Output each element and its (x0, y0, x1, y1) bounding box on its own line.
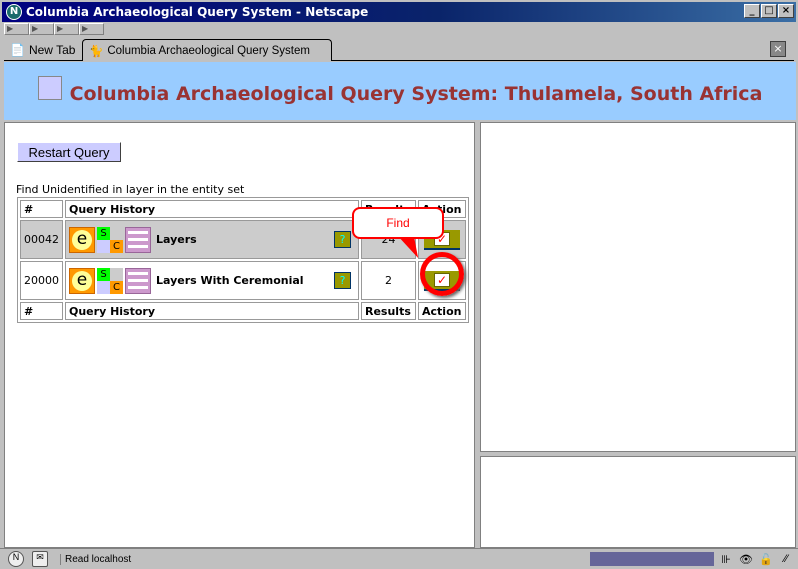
set-icon: SC (97, 267, 123, 294)
query-frame: Restart Query Find Unidentified in layer… (4, 122, 475, 548)
unlock-icon[interactable]: 🔓 (758, 553, 774, 566)
tab-columbia[interactable]: 🐈 Columbia Archaeological Query System (82, 39, 332, 61)
close-button[interactable]: × (778, 4, 794, 18)
title-bar: N Columbia Archaeological Query System -… (2, 2, 796, 22)
new-tab-icon: 📄 (10, 43, 25, 57)
footer-query: Query History (65, 302, 359, 320)
page-title: Columbia Archaeological Query System: Th… (69, 83, 763, 105)
help-icon[interactable]: ? (334, 231, 351, 248)
query-name: Layers With Ceremonial (156, 274, 304, 287)
privacy-icon[interactable]: 👁 (738, 553, 754, 566)
entity-icon: e (69, 267, 95, 294)
page-banner: Columbia Archaeological Query System: Th… (4, 62, 796, 120)
close-tab-button[interactable]: × (770, 41, 786, 57)
netscape-status-icon[interactable]: N (8, 551, 24, 567)
minimize-button[interactable]: _ (744, 4, 760, 18)
footer-action: Action (418, 302, 466, 320)
toolbar-grip[interactable]: ▶ (54, 23, 79, 35)
row-num: 20000 (20, 261, 63, 300)
resize-grip-icon[interactable]: ⁄⁄ (778, 553, 794, 565)
status-text: Read localhost (60, 553, 590, 565)
header-query: Query History (65, 200, 359, 218)
find-callout: Find (352, 207, 444, 239)
row-num: 00042 (20, 220, 63, 259)
toolbar-grip[interactable]: ▶ (29, 23, 54, 35)
page-icon: 🐈 (89, 45, 104, 58)
logo-icon (37, 76, 62, 100)
status-bar: N ✉ Read localhost ⊪ 👁 🔓 ⁄⁄ (0, 548, 798, 569)
footer-results: Results (361, 302, 416, 320)
layers-icon (125, 226, 151, 253)
toolbar-grip[interactable]: ▶ (4, 23, 29, 35)
toolbar-grip[interactable]: ▶ (79, 23, 104, 35)
set-icon: SC (97, 226, 123, 253)
right-top-frame (480, 122, 796, 452)
row-results: 2 (361, 261, 416, 300)
progress-bar (590, 552, 714, 566)
entity-icon: e (69, 226, 95, 253)
window-title: Columbia Archaeological Query System - N… (26, 5, 369, 19)
table-row: 20000 e SC Layers With Ceremonial ? 2 ✓ (20, 261, 466, 300)
highlight-ring (420, 252, 464, 296)
help-icon[interactable]: ? (334, 272, 351, 289)
netscape-icon: N (6, 4, 22, 20)
query-name: Layers (156, 233, 197, 246)
online-icon[interactable]: ⊪ (718, 553, 734, 566)
component-bar-icon[interactable]: ✉ (32, 551, 48, 567)
footer-num: # (20, 302, 63, 320)
collapsed-toolbars: ▶ ▶ ▶ ▶ (4, 23, 104, 35)
header-num: # (20, 200, 63, 218)
maximize-button[interactable]: □ (761, 4, 777, 18)
restart-query-button[interactable]: Restart Query (17, 142, 121, 162)
layers-icon (125, 267, 151, 294)
right-bottom-frame (480, 456, 796, 548)
query-caption: Find Unidentified in layer in the entity… (16, 183, 245, 196)
tab-bar: 📄 New Tab 🐈 Columbia Archaeological Query … (4, 37, 794, 61)
tab-new-tab[interactable]: 📄 New Tab (4, 39, 81, 61)
